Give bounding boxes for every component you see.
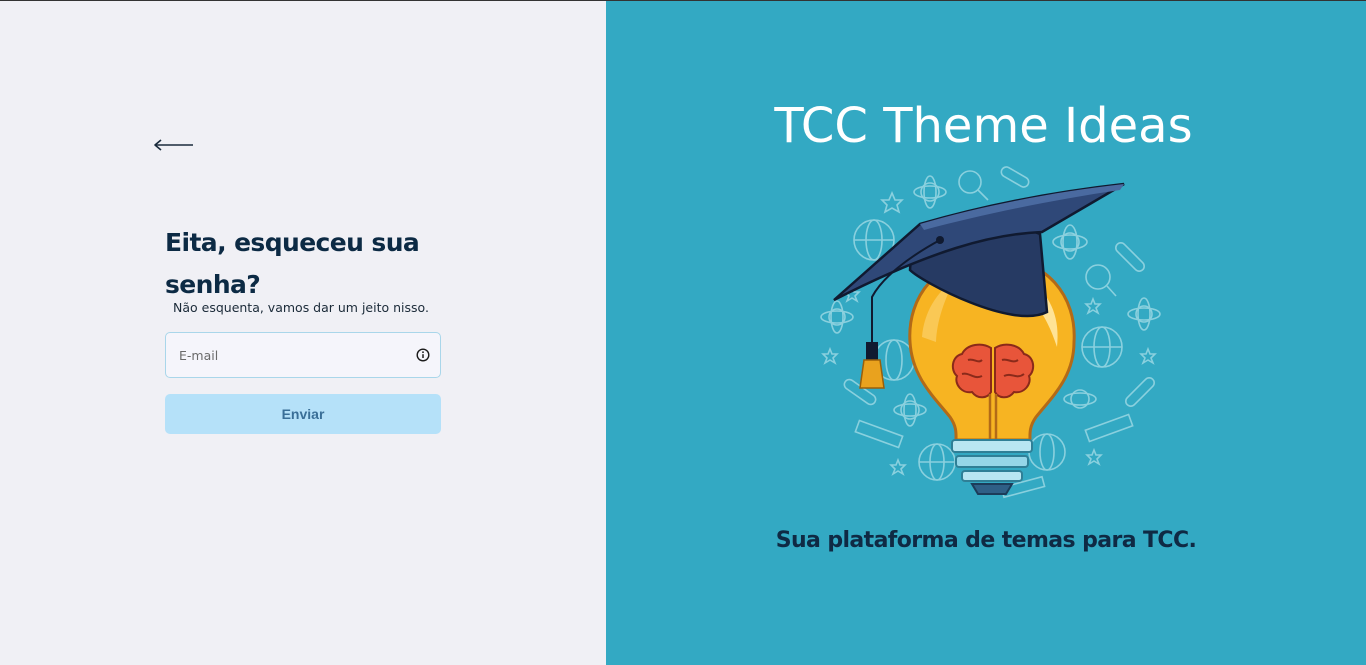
- back-button[interactable]: [152, 136, 196, 154]
- tagline: Sua plataforma de temas para TCC.: [775, 528, 1197, 553]
- arrow-left-icon: [154, 139, 193, 151]
- info-icon: [416, 348, 430, 362]
- lightbulb-graduation-illustration: [820, 166, 1161, 499]
- page-subtitle: Não esquenta, vamos dar um jeito nisso.: [173, 300, 429, 315]
- submit-button[interactable]: Enviar: [165, 394, 441, 434]
- brand-title: TCC Theme Ideas: [774, 98, 1193, 154]
- email-field[interactable]: [165, 332, 441, 378]
- page-heading: Eita, esqueceu sua senha?: [165, 228, 420, 299]
- lightbulb-base: [951, 439, 1033, 495]
- email-input[interactable]: [166, 333, 406, 377]
